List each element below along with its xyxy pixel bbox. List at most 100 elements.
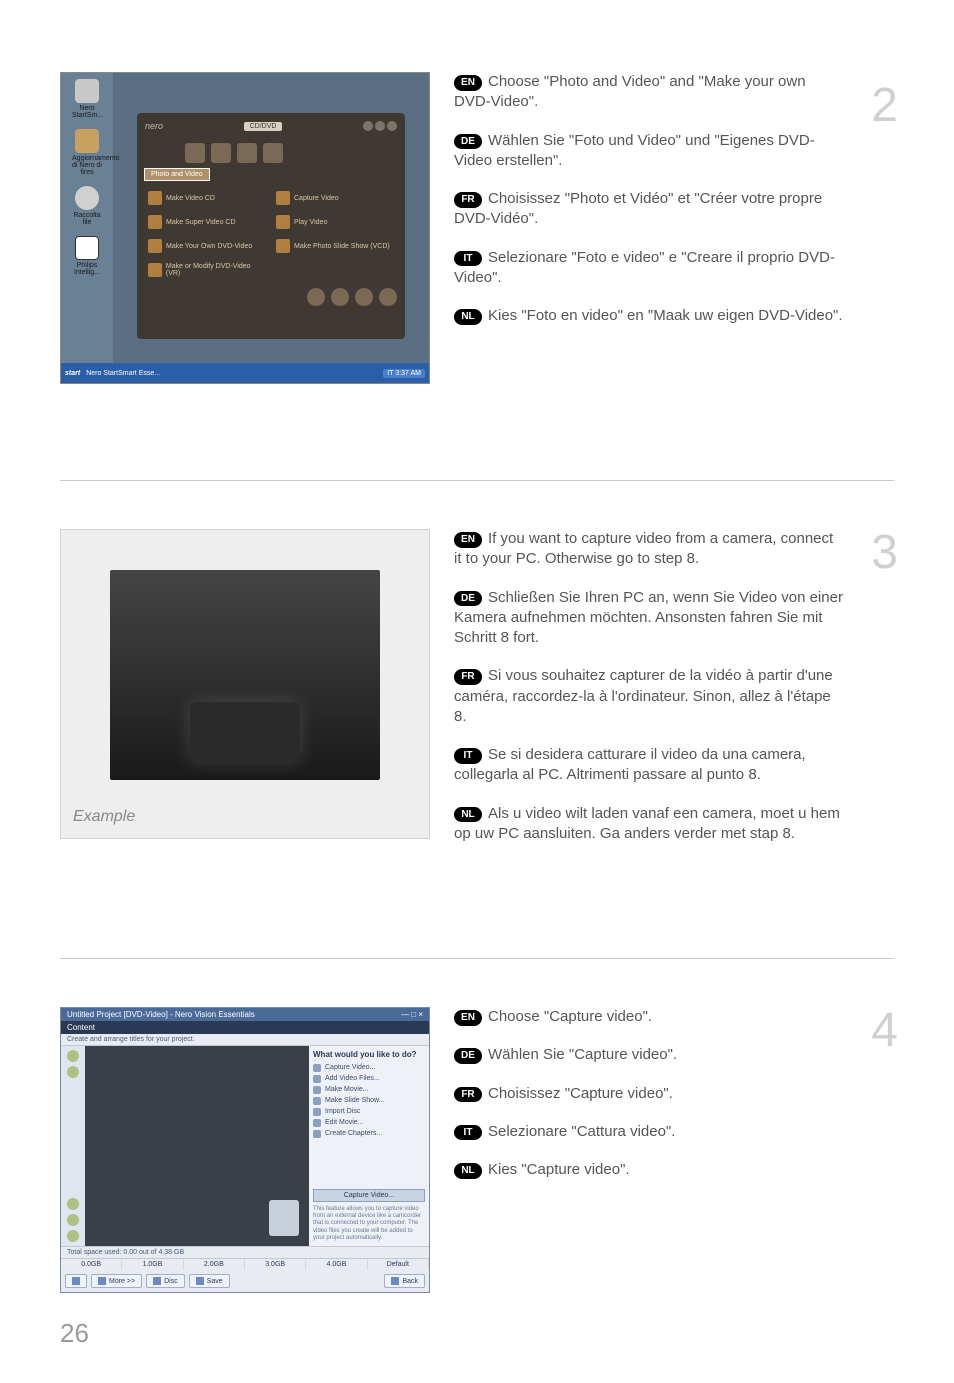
tool-icon[interactable] — [331, 288, 349, 306]
panel-option[interactable]: Add Video Files... — [313, 1074, 425, 1083]
category-icons — [145, 143, 397, 163]
nero-logo: nero — [145, 121, 163, 131]
tool-icon[interactable] — [67, 1198, 79, 1210]
category-icon[interactable] — [237, 143, 257, 163]
step-2: 2 Nero StartSm... Aggiornamento di Nero … — [60, 72, 894, 424]
step-number: 3 — [871, 529, 898, 577]
lang-badge-de: DE — [454, 1048, 482, 1064]
capture-video-button[interactable]: Capture Video... — [313, 1189, 425, 1202]
action-item[interactable]: Make Your Own DVD-Video — [145, 236, 269, 256]
more-button[interactable]: More >> — [91, 1274, 142, 1288]
instruction-fr: FRSi vous souhaitez capturer de la vidéo… — [454, 666, 844, 727]
panel-option[interactable]: Import Disc — [313, 1107, 425, 1116]
space-ruler: 0.0GB 1.0GB 2.0GB 3.0GB 4.0GB Default — [61, 1258, 429, 1270]
save-button[interactable]: Save — [189, 1274, 230, 1288]
step-number: 2 — [871, 82, 898, 130]
camera-example: Example — [60, 529, 430, 839]
lang-badge-en: EN — [454, 75, 482, 91]
lang-badge-it: IT — [454, 1125, 482, 1141]
panel-option[interactable]: Capture Video... — [313, 1063, 425, 1072]
window-titlebar: Untitled Project [DVD-Video] - Nero Visi… — [61, 1008, 429, 1021]
lang-badge-fr: FR — [454, 192, 482, 208]
instruction-fr: FRChoisissez "Photo et Vidéo" et "Créer … — [454, 189, 844, 230]
bottom-toolbar — [145, 288, 397, 306]
section-hint: Create and arrange titles for your proje… — [61, 1034, 429, 1046]
desktop-icon: Raccolta file — [72, 186, 102, 226]
desktop-icon: Nero StartSm... — [72, 79, 102, 119]
capture-desc: This feature allows you to capture video… — [313, 1206, 425, 1242]
action-item[interactable]: Make Photo Slide Show (VCD) — [273, 236, 397, 256]
panel-option[interactable]: Make Movie... — [313, 1085, 425, 1094]
action-item[interactable]: Make Super Video CD — [145, 212, 269, 232]
lang-badge-de: DE — [454, 591, 482, 607]
disc-button[interactable]: Disc — [146, 1274, 185, 1288]
desktop-icon: Aggiornamento di Nero di fires — [72, 129, 102, 176]
desktop-icons: Nero StartSm... Aggiornamento di Nero di… — [61, 73, 113, 363]
example-label: Example — [71, 804, 419, 828]
instruction-de: DEWählen Sie "Foto und Video" und "Eigen… — [454, 131, 844, 172]
instruction-it: ITSelezionare "Cattura video". — [454, 1122, 844, 1142]
panel-option[interactable]: Edit Movie... — [313, 1118, 425, 1127]
instructions: ENChoose "Capture video". DEWählen Sie "… — [454, 1007, 894, 1198]
taskbar-item[interactable]: Nero StartSmart Esse... — [86, 370, 160, 377]
window-controls[interactable] — [363, 121, 397, 131]
space-used-label: Total space used: 0.00 out of 4.38 GB — [61, 1246, 429, 1258]
window-controls[interactable]: — □ × — [401, 1010, 423, 1019]
page-number: 26 — [60, 1318, 89, 1349]
help-button[interactable] — [65, 1274, 87, 1288]
tool-icon[interactable] — [67, 1230, 79, 1242]
nero-vision-window: Untitled Project [DVD-Video] - Nero Visi… — [60, 1007, 430, 1293]
action-item[interactable]: Make Video CD — [145, 188, 269, 208]
lang-badge-fr: FR — [454, 669, 482, 685]
default-button[interactable]: Default — [368, 1259, 429, 1270]
category-icon[interactable] — [185, 143, 205, 163]
panel-option[interactable]: Create Chapters... — [313, 1129, 425, 1138]
back-icon — [391, 1277, 399, 1285]
instruction-nl: NLAls u video wilt laden vanaf een camer… — [454, 804, 844, 845]
bottom-toolbar: More >> Disc Save Back — [61, 1270, 429, 1292]
instruction-nl: NLKies "Foto en video" en "Maak uw eigen… — [454, 306, 844, 326]
instruction-fr: FRChoisissez "Capture video". — [454, 1084, 844, 1104]
tool-icon[interactable] — [355, 288, 373, 306]
lang-badge-en: EN — [454, 1010, 482, 1026]
step-4: 4 Untitled Project [DVD-Video] - Nero Vi… — [60, 958, 894, 1293]
step-number: 4 — [871, 1007, 898, 1055]
tool-icon[interactable] — [67, 1050, 79, 1062]
instruction-de: DEWählen Sie "Capture video". — [454, 1045, 844, 1065]
panel-header: What would you like to do? — [313, 1050, 425, 1059]
action-item[interactable]: Play Video — [273, 212, 397, 232]
category-icon[interactable] — [211, 143, 231, 163]
instruction-it: ITSe si desidera catturare il video da u… — [454, 745, 844, 786]
drive-selector[interactable]: CD/DVD — [244, 122, 283, 131]
category-icon[interactable] — [263, 143, 283, 163]
start-button[interactable]: start — [65, 370, 80, 377]
lang-badge-it: IT — [454, 748, 482, 764]
instruction-nl: NLKies "Capture video". — [454, 1160, 844, 1180]
lang-badge-nl: NL — [454, 1163, 482, 1179]
action-item[interactable]: Make or Modify DVD-Video (VR) — [145, 260, 269, 280]
save-icon — [196, 1277, 204, 1285]
action-grid: Make Video CD Capture Video Make Super V… — [145, 188, 397, 280]
tool-icon[interactable] — [307, 288, 325, 306]
taskbar: start Nero StartSmart Esse... IT 3:37 AM — [61, 363, 429, 383]
desktop-icon: Philips Intellig... — [72, 236, 102, 276]
instruction-en: ENIf you want to capture video from a ca… — [454, 529, 844, 570]
camera-photo — [110, 570, 380, 780]
tool-icon[interactable] — [67, 1214, 79, 1226]
left-toolbar — [61, 1046, 85, 1246]
tool-icon[interactable] — [67, 1066, 79, 1078]
lang-badge-fr: FR — [454, 1087, 482, 1103]
panel-option[interactable]: Make Slide Show... — [313, 1096, 425, 1105]
nero-window: nero CD/DVD Photo and Video — [137, 113, 405, 339]
action-item[interactable]: Capture Video — [273, 188, 397, 208]
tab-photo-video[interactable]: Photo and Video — [145, 169, 209, 180]
back-button[interactable]: Back — [384, 1274, 425, 1288]
instructions: ENChoose "Photo and Video" and "Make you… — [454, 72, 894, 344]
lang-badge-de: DE — [454, 134, 482, 150]
tool-icon[interactable] — [379, 288, 397, 306]
screenshot-step2: Nero StartSm... Aggiornamento di Nero di… — [60, 72, 430, 384]
help-icon — [72, 1277, 80, 1285]
desktop-screenshot: Nero StartSm... Aggiornamento di Nero di… — [60, 72, 430, 384]
system-tray: IT 3:37 AM — [383, 369, 425, 378]
step-3: 3 Example ENIf you want to capture video… — [60, 480, 894, 902]
